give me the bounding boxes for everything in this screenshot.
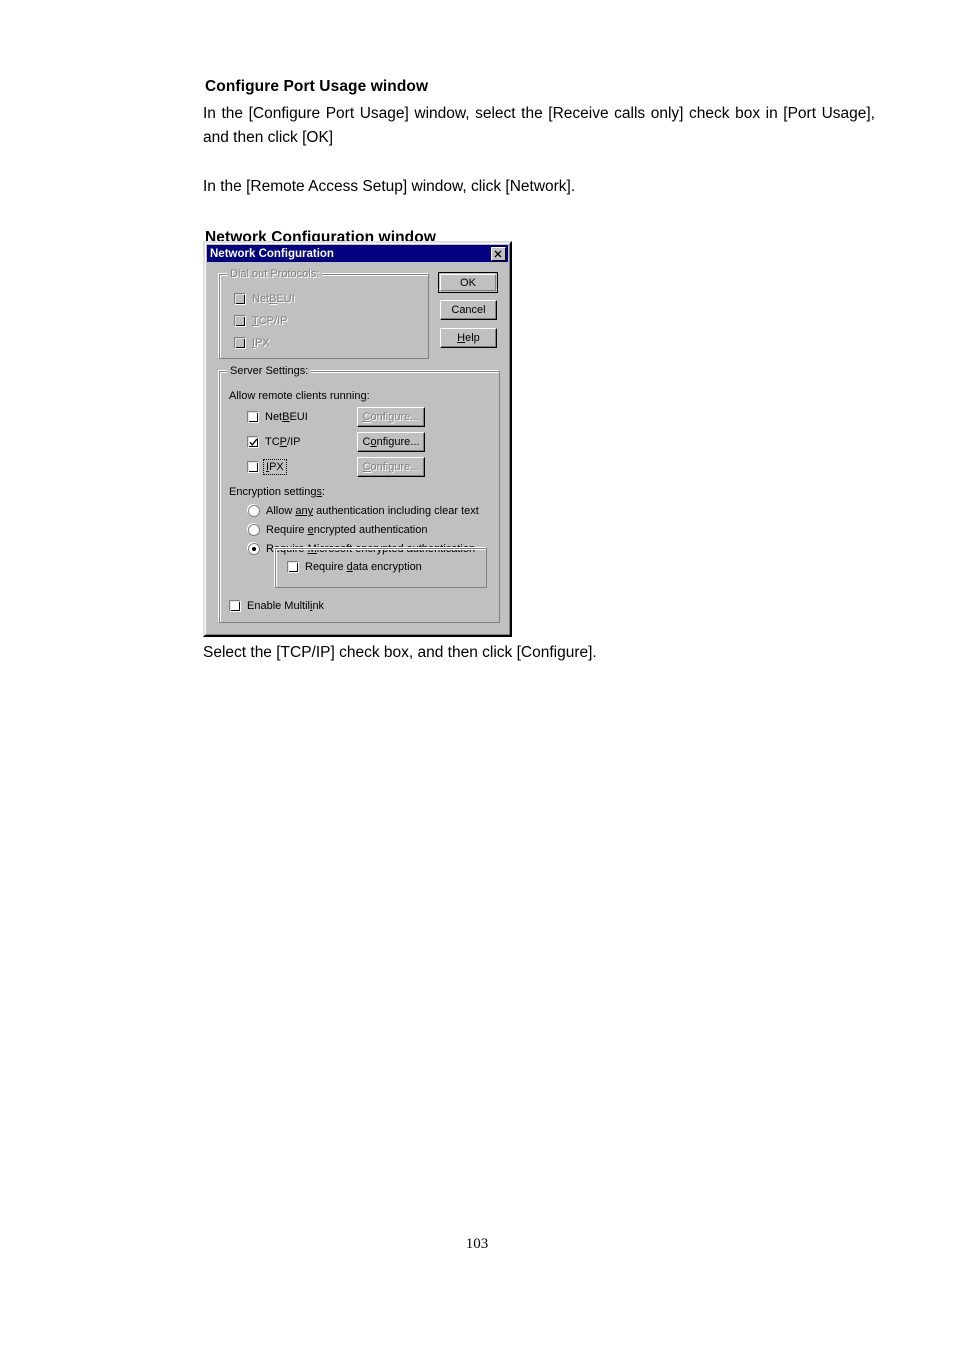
checkbox-indicator — [234, 293, 246, 305]
paragraph-remote-access-setup: In the [Remote Access Setup] window, cli… — [203, 178, 576, 195]
radio-require-encrypted-authentication-label: Require encrypted authentication — [266, 524, 428, 536]
checkbox-indicator — [234, 337, 246, 349]
radio-indicator — [248, 505, 260, 517]
configure-ipx-button: Configure... — [357, 457, 425, 477]
server-netbeui-label: NetBEUI — [265, 411, 308, 423]
checkbox-indicator — [234, 315, 246, 327]
radio-indicator — [248, 524, 260, 536]
network-configuration-dialog: Network Configuration Dial out Protocols… — [203, 241, 512, 637]
allow-remote-clients-label: Allow remote clients running: — [229, 390, 370, 402]
document-body: Configure Port Usage window In the [Conf… — [203, 78, 875, 253]
configure-ipx-label: Configure... — [362, 461, 420, 473]
dial-out-ipx-label: IPX — [252, 337, 270, 349]
dialog-title: Network Configuration — [210, 247, 334, 260]
radio-allow-any-authentication[interactable]: Allow any authentication including clear… — [248, 505, 479, 517]
enable-multilink-label: Enable Multilink — [247, 600, 325, 612]
cancel-button-label: Cancel — [451, 304, 486, 316]
radio-selected-dot — [252, 547, 256, 551]
checkbox-indicator — [229, 600, 241, 612]
ok-button-label: OK — [460, 276, 476, 289]
dial-out-protocols-legend: Dial out Protocols: — [227, 268, 323, 280]
section-heading-configure-port-usage: Configure Port Usage window — [205, 78, 429, 95]
server-ipx-label: IPX — [263, 459, 287, 475]
configure-netbeui-button: Configure... — [357, 407, 425, 427]
require-data-encryption-checkbox[interactable]: Require data encryption — [287, 561, 422, 573]
cancel-button[interactable]: Cancel — [440, 300, 497, 320]
configure-tcpip-button[interactable]: Configure... — [357, 432, 425, 452]
dialog-titlebar: Network Configuration — [207, 245, 508, 262]
ok-button-inner: OK — [440, 274, 496, 291]
encryption-settings-label: Encryption settings: — [229, 486, 325, 498]
checkbox-indicator — [247, 461, 259, 473]
server-tcpip-label: TCP/IP — [265, 436, 301, 448]
enable-multilink-checkbox[interactable]: Enable Multilink — [229, 600, 324, 612]
dial-out-netbeui-checkbox: NetBEUI — [234, 293, 295, 305]
paragraph-configure-port-usage: In the [Configure Port Usage] window, se… — [203, 105, 875, 146]
dial-out-netbeui-label: NetBEUI — [252, 293, 295, 305]
server-settings-legend: Server Settings: — [227, 365, 312, 377]
help-button[interactable]: Help — [440, 328, 497, 348]
check-icon — [249, 438, 258, 450]
dial-out-ipx-checkbox: IPX — [234, 337, 270, 349]
checkbox-indicator — [247, 411, 259, 423]
dial-out-tcpip-label: TCP/IP — [252, 315, 288, 327]
dial-out-tcpip-checkbox: TCP/IP — [234, 315, 287, 327]
radio-allow-any-authentication-label: Allow any authentication including clear… — [266, 505, 479, 517]
configure-netbeui-label: Configure... — [362, 411, 420, 423]
ok-button[interactable]: OK — [438, 272, 498, 293]
server-netbeui-checkbox[interactable]: NetBEUI — [247, 411, 308, 423]
checkbox-indicator — [247, 436, 259, 448]
page-number: 103 — [465, 1236, 489, 1252]
require-data-encryption-label: Require data encryption — [305, 561, 422, 573]
closing-instruction: Select the [TCP/IP] check box, and then … — [203, 644, 597, 661]
close-button[interactable] — [491, 246, 506, 261]
server-ipx-checkbox[interactable]: IPX — [247, 459, 287, 475]
radio-require-encrypted-authentication[interactable]: Require encrypted authentication — [248, 524, 427, 536]
checkbox-indicator — [287, 561, 299, 573]
server-tcpip-checkbox[interactable]: TCP/IP — [247, 436, 300, 448]
help-button-label: Help — [457, 332, 480, 344]
radio-indicator — [248, 543, 260, 555]
configure-tcpip-label: Configure... — [362, 436, 420, 448]
